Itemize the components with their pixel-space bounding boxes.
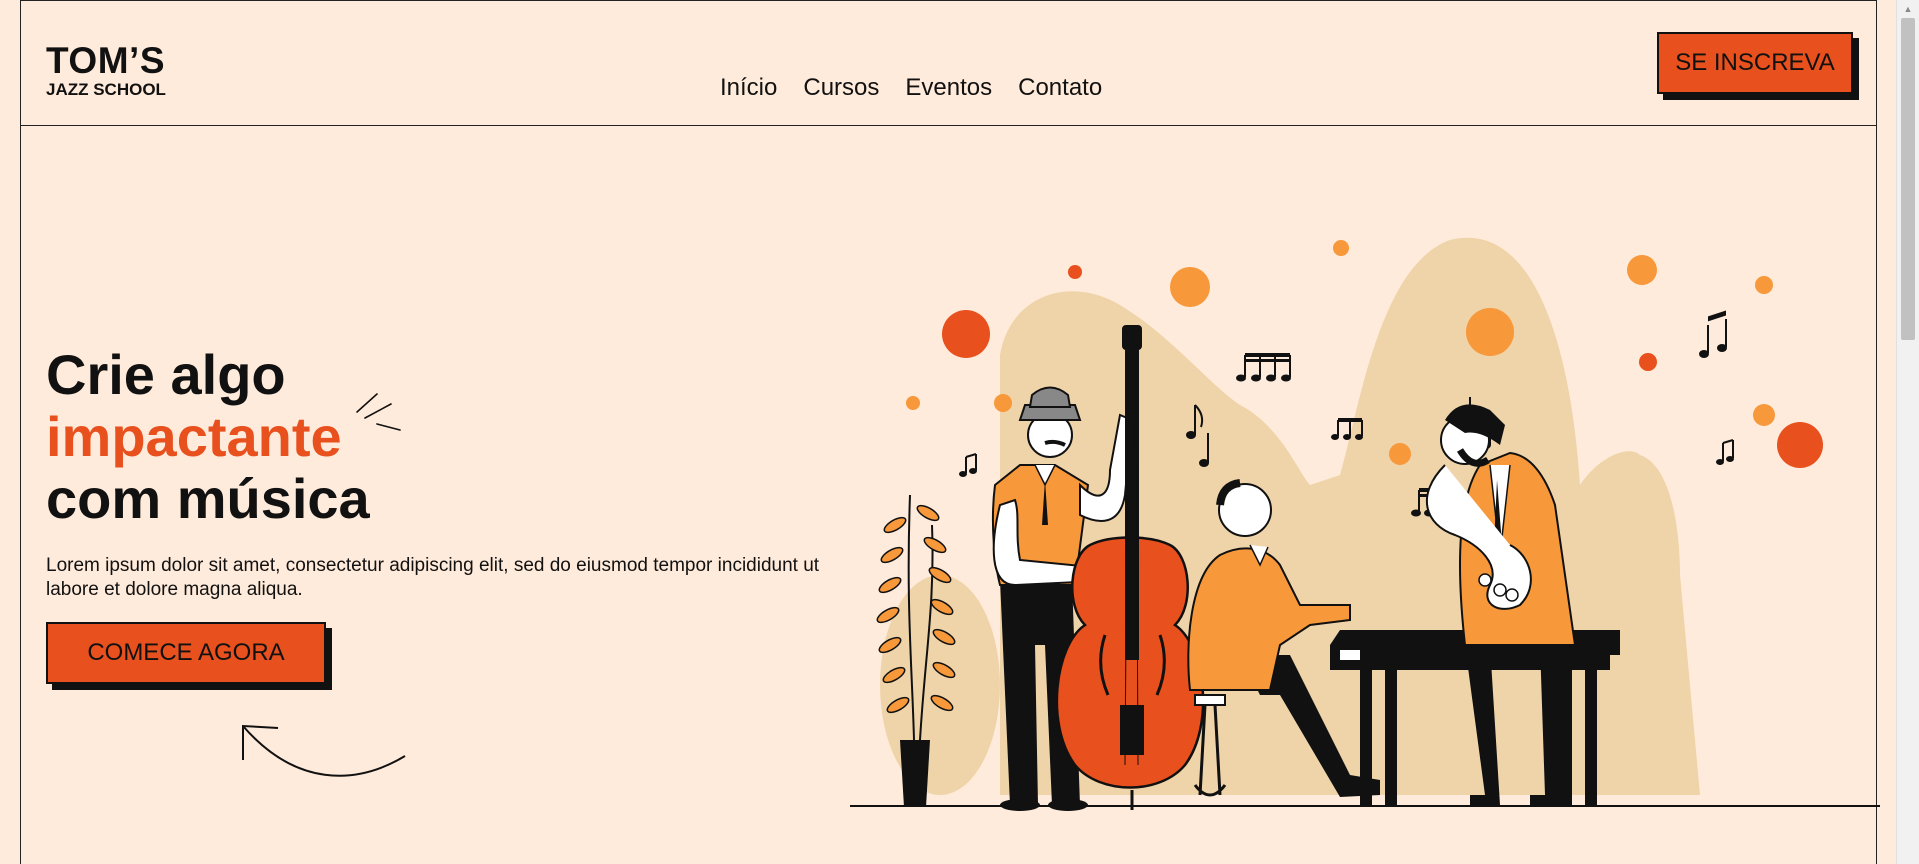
scroll-up-arrow-icon[interactable]: ▲	[1897, 0, 1919, 18]
nav-link-cursos[interactable]: Cursos	[803, 74, 879, 102]
nav-link-contato[interactable]: Contato	[1018, 74, 1102, 102]
logo-subtitle: JAZZ SCHOOL	[46, 80, 166, 99]
logo-title: TOM’S	[46, 40, 165, 81]
site-header: TOM’S JAZZ SCHOOL Início Cursos Eventos …	[20, 0, 1877, 126]
scrollbar[interactable]: ▲	[1896, 0, 1919, 864]
jazz-band-illustration	[850, 237, 1880, 811]
scroll-thumb[interactable]	[1901, 18, 1915, 340]
start-now-button[interactable]: COMECE AGORA	[46, 622, 326, 684]
signup-button[interactable]: SE INSCREVA	[1657, 32, 1853, 94]
hero-description: Lorem ipsum dolor sit amet, consectetur …	[46, 555, 820, 600]
sparkle-lines-icon	[356, 393, 401, 431]
hero-title-line-3: com música	[46, 467, 370, 530]
hero-title: Crie algo impactante com música	[46, 344, 370, 530]
main-nav: Início Cursos Eventos Contato	[720, 74, 1102, 102]
logo[interactable]: TOM’S JAZZ SCHOOL	[46, 42, 166, 98]
nav-link-inicio[interactable]: Início	[720, 74, 777, 102]
hero-title-highlight: impactante	[46, 405, 342, 468]
hero-title-line-1: Crie algo	[46, 343, 286, 406]
curved-arrow-icon	[242, 724, 406, 777]
nav-link-eventos[interactable]: Eventos	[905, 74, 992, 102]
